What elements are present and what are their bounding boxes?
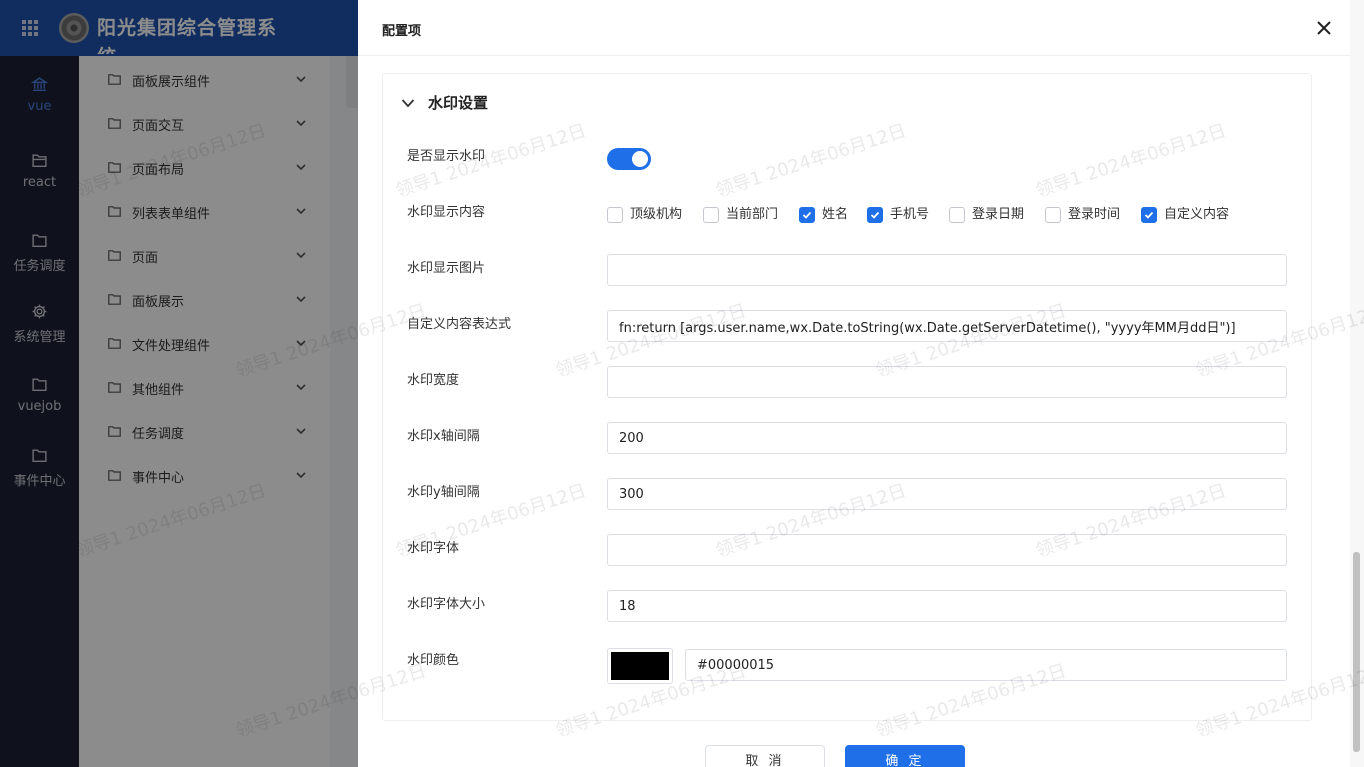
checkbox-label: 当前部门 xyxy=(726,207,779,222)
checkbox-label: 登录日期 xyxy=(972,207,1025,222)
checkbox-label: 自定义内容 xyxy=(1164,207,1230,222)
checkbox-label: 顶级机构 xyxy=(630,207,683,222)
cancel-button[interactable]: 取 消 xyxy=(705,745,825,767)
watermark-width-input[interactable] xyxy=(607,366,1287,398)
field-label: 水印x轴间隔 xyxy=(407,429,480,444)
watermark-settings-card: 水印设置 是否显示水印 水印显示内容 顶级机构 当前部门 姓名 手机号 登录日期… xyxy=(382,73,1312,721)
y-gap-input[interactable] xyxy=(607,478,1287,510)
color-hex-input[interactable] xyxy=(685,649,1287,681)
chevron-down-icon xyxy=(401,99,415,108)
drawer-header: 配置项 xyxy=(358,0,1364,56)
config-drawer: 配置项 水印设置 是否显示水印 水印显示内容 顶级机构 当前部门 姓名 手机号 … xyxy=(358,0,1364,767)
watermark-image-input[interactable] xyxy=(607,254,1287,286)
font-family-input[interactable] xyxy=(607,534,1287,566)
checkbox-label: 登录时间 xyxy=(1068,207,1121,222)
confirm-button[interactable]: 确 定 xyxy=(845,745,965,767)
drawer-title: 配置项 xyxy=(382,24,422,39)
field-label: 水印显示图片 xyxy=(407,261,486,276)
field-label: 水印宽度 xyxy=(407,373,460,388)
checkbox-label: 手机号 xyxy=(890,207,930,222)
field-label: 是否显示水印 xyxy=(407,149,486,164)
field-label: 水印字体 xyxy=(407,541,460,556)
custom-expression-input[interactable] xyxy=(607,310,1287,342)
font-size-input[interactable] xyxy=(607,590,1287,622)
field-label: 水印颜色 xyxy=(407,653,460,668)
section-title: 水印设置 xyxy=(428,94,489,112)
close-icon[interactable] xyxy=(1315,19,1333,37)
checkbox-label: 姓名 xyxy=(822,207,849,222)
field-label: 水印y轴间隔 xyxy=(407,485,480,500)
field-label: 水印字体大小 xyxy=(407,597,486,612)
show-watermark-toggle[interactable] xyxy=(607,148,651,170)
field-label: 水印显示内容 xyxy=(407,205,486,220)
field-label: 自定义内容表达式 xyxy=(407,317,512,332)
x-gap-input[interactable] xyxy=(607,422,1287,454)
color-swatch[interactable] xyxy=(607,648,673,684)
scrollbar-thumb[interactable] xyxy=(1353,552,1360,752)
